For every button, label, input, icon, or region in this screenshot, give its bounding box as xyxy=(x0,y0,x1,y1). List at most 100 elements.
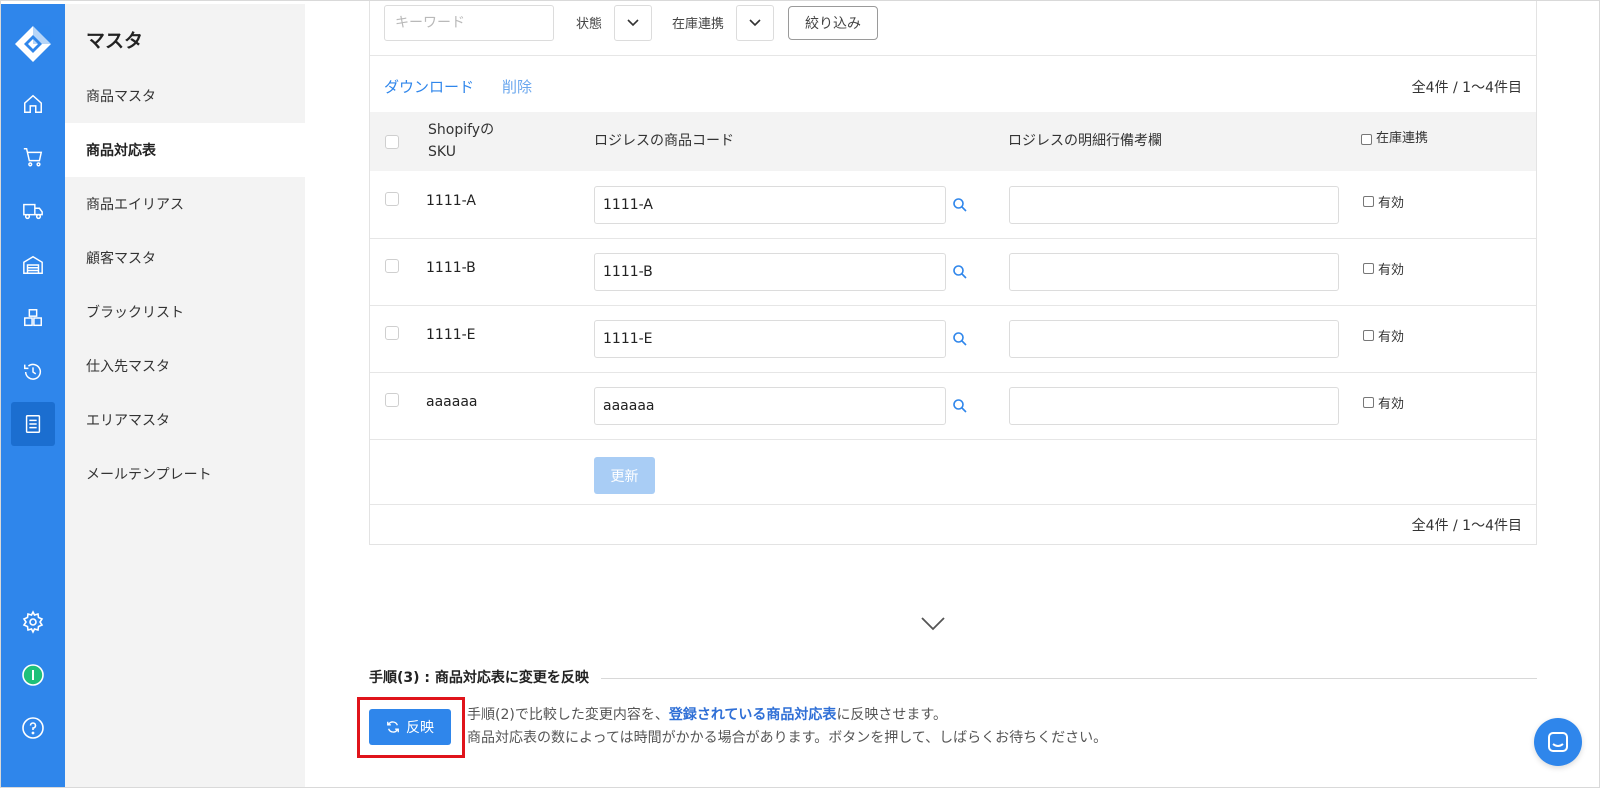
row-sku: 1111-E xyxy=(426,327,476,343)
result-count-bottom: 全4件 / 1〜4件目 xyxy=(1411,518,1522,534)
reflect-button[interactable]: 反映 xyxy=(369,709,451,745)
app-logo[interactable] xyxy=(13,24,53,64)
product-code-input[interactable] xyxy=(594,320,946,358)
header-sku-line2: SKU xyxy=(428,144,456,160)
chat-launcher-button[interactable] xyxy=(1534,718,1582,766)
home-icon[interactable] xyxy=(11,82,55,126)
history-icon[interactable] xyxy=(11,350,55,394)
chevron-down-icon xyxy=(749,19,761,27)
menu-item-area-master[interactable]: エリアマスタ xyxy=(65,393,305,447)
row-checkbox[interactable] xyxy=(385,259,399,273)
table-header: Shopifyの SKU ロジレスの商品コード ロジレスの明細行備考欄 在庫連携 xyxy=(370,112,1536,171)
search-icon[interactable] xyxy=(952,264,968,280)
select-all-checkbox[interactable] xyxy=(385,135,399,149)
status-filter-label: 状態 xyxy=(576,17,603,32)
row-divider xyxy=(370,439,1536,440)
stock-filter-label: 在庫連携 xyxy=(672,17,725,32)
main-content: 状態 在庫連携 絞り込み ダウンロード 削除 全4件 / 1〜4件目 Shopi… xyxy=(305,1,1599,787)
cart-icon[interactable] xyxy=(11,135,55,179)
side-menu: マスタ 商品マスタ 商品対応表 商品エイリアス 顧客マスタ ブラックリスト 仕入… xyxy=(65,4,305,787)
menu-item-supplier-master[interactable]: 仕入先マスタ xyxy=(65,339,305,393)
download-link[interactable]: ダウンロード xyxy=(384,76,474,97)
chevron-down-icon xyxy=(627,19,639,27)
menu-item-blacklist[interactable]: ブラックリスト xyxy=(65,285,305,339)
gear-icon[interactable] xyxy=(11,600,55,644)
row-sku: 1111-B xyxy=(426,260,476,276)
reflect-button-label: 反映 xyxy=(406,720,434,736)
status-select[interactable] xyxy=(614,5,652,41)
step3-title: 手順(3) : 商品対応表に変更を反映 xyxy=(369,670,589,686)
header-sku: Shopifyの SKU xyxy=(428,119,494,163)
table-row: 1111-E 有効 xyxy=(370,305,1536,372)
divider xyxy=(370,55,1536,56)
warehouse-icon[interactable] xyxy=(11,243,55,287)
table-row: aaaaaa 有効 xyxy=(370,372,1536,439)
row-sku: aaaaaa xyxy=(426,394,478,410)
product-code-input[interactable] xyxy=(594,253,946,291)
memo-input[interactable] xyxy=(1009,186,1339,224)
row-checkbox[interactable] xyxy=(385,393,399,407)
help-icon[interactable] xyxy=(11,706,55,750)
truck-icon[interactable] xyxy=(11,189,55,233)
status-icon[interactable] xyxy=(11,653,55,697)
step3-description: 手順(2)で比較した変更内容を、登録されている商品対応表に反映させます。 xyxy=(467,704,947,724)
header-stock-sync: 在庫連携 xyxy=(1361,128,1428,150)
registered-mapping-link[interactable]: 登録されている商品対応表 xyxy=(669,707,837,723)
valid-label: 有効 xyxy=(1378,330,1405,345)
header-sku-line1: Shopifyの xyxy=(428,122,495,138)
boxes-icon[interactable] xyxy=(11,296,55,340)
filter-button[interactable]: 絞り込み xyxy=(788,6,878,40)
menu-item-product-alias[interactable]: 商品エイリアス xyxy=(65,177,305,231)
menu-item-product-master[interactable]: 商品マスタ xyxy=(65,69,305,123)
menu-item-product-mapping[interactable]: 商品対応表 xyxy=(65,123,305,177)
header-memo: ロジレスの明細行備考欄 xyxy=(1008,133,1162,149)
chat-icon xyxy=(1548,732,1568,752)
product-mapping-card: 状態 在庫連携 絞り込み ダウンロード 削除 全4件 / 1〜4件目 Shopi… xyxy=(369,1,1537,545)
desc-prefix: 手順(2)で比較した変更内容を、 xyxy=(467,707,669,723)
step3-divider xyxy=(601,678,1537,679)
divider xyxy=(370,504,1536,505)
stock-sync-toggle[interactable]: 有効 xyxy=(1363,259,1404,278)
valid-label: 有効 xyxy=(1378,196,1405,211)
stock-sync-checkbox[interactable] xyxy=(1363,397,1374,408)
row-sku: 1111-A xyxy=(426,193,476,209)
stock-sync-toggle[interactable]: 有効 xyxy=(1363,192,1404,211)
row-checkbox[interactable] xyxy=(385,192,399,206)
step3-description-line2: 商品対応表の数によっては時間がかかる場合があります。ボタンを押して、しばらくお待… xyxy=(467,730,1108,746)
valid-label: 有効 xyxy=(1378,397,1405,412)
product-code-input[interactable] xyxy=(594,387,946,425)
stock-sync-checkbox[interactable] xyxy=(1363,196,1374,207)
update-button[interactable]: 更新 xyxy=(594,457,655,494)
table-row: 1111-B 有効 xyxy=(370,238,1536,305)
search-icon[interactable] xyxy=(952,197,968,213)
refresh-icon xyxy=(387,721,399,733)
valid-label: 有効 xyxy=(1378,263,1405,278)
app-window: マスタ 商品マスタ 商品対応表 商品エイリアス 顧客マスタ ブラックリスト 仕入… xyxy=(0,0,1600,788)
keyword-input[interactable] xyxy=(384,5,554,41)
header-product-code: ロジレスの商品コード xyxy=(594,133,734,149)
memo-input[interactable] xyxy=(1009,320,1339,358)
stock-select[interactable] xyxy=(736,5,774,41)
product-code-input[interactable] xyxy=(594,186,946,224)
stock-sync-all-checkbox[interactable] xyxy=(1361,133,1372,145)
search-icon[interactable] xyxy=(952,331,968,347)
stock-sync-toggle[interactable]: 有効 xyxy=(1363,393,1404,412)
menu-title: マスタ xyxy=(86,30,144,52)
search-icon[interactable] xyxy=(952,398,968,414)
stock-sync-checkbox[interactable] xyxy=(1363,263,1374,274)
row-checkbox[interactable] xyxy=(385,326,399,340)
stock-sync-toggle[interactable]: 有効 xyxy=(1363,326,1404,345)
result-count-top: 全4件 / 1〜4件目 xyxy=(1411,80,1522,96)
menu-item-customer-master[interactable]: 顧客マスタ xyxy=(65,231,305,285)
delete-link[interactable]: 削除 xyxy=(502,76,532,97)
table-row: 1111-A 有効 xyxy=(370,171,1536,238)
desc-suffix: に反映させます。 xyxy=(836,707,948,723)
memo-input[interactable] xyxy=(1009,387,1339,425)
memo-input[interactable] xyxy=(1009,253,1339,291)
chevron-down-icon[interactable] xyxy=(919,614,947,634)
stock-sync-checkbox[interactable] xyxy=(1363,330,1374,341)
icon-rail xyxy=(1,4,65,787)
list-icon[interactable] xyxy=(11,402,55,446)
menu-item-mail-template[interactable]: メールテンプレート xyxy=(65,447,305,501)
header-stock-label: 在庫連携 xyxy=(1376,131,1429,146)
